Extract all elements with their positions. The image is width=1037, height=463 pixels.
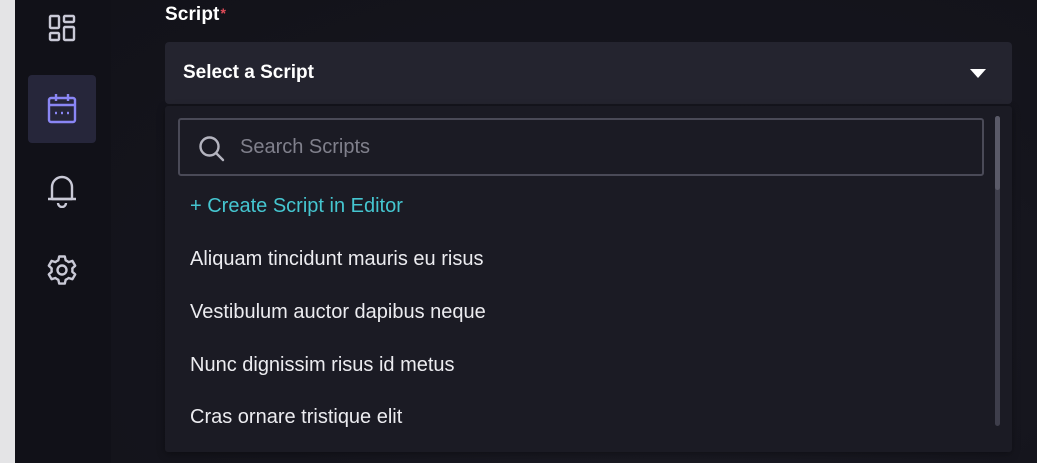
- bell-icon: [46, 172, 78, 208]
- search-scripts-field[interactable]: [178, 118, 984, 176]
- caret-down-icon: [970, 69, 986, 78]
- script-select[interactable]: Select a Script: [165, 42, 1012, 104]
- script-label-text: Script: [165, 4, 220, 25]
- sidebar-item-notifications[interactable]: [28, 156, 96, 224]
- window-edge: [0, 0, 15, 463]
- search-scripts-input[interactable]: [240, 132, 940, 162]
- script-option[interactable]: Vestibulum auctor dapibus neque: [190, 301, 486, 324]
- sidebar-item-dashboard[interactable]: [28, 0, 96, 62]
- script-option[interactable]: Aliquam tincidunt mauris eu risus: [190, 248, 483, 271]
- script-option[interactable]: Cras ornare tristique elit: [190, 406, 402, 429]
- search-icon: [198, 135, 226, 168]
- scrollbar-thumb[interactable]: [995, 116, 1000, 190]
- script-option[interactable]: Nunc dignissim risus id metus: [190, 354, 455, 377]
- sidebar: [15, 0, 111, 463]
- dropdown-scrollbar[interactable]: [992, 116, 1000, 426]
- gear-icon: [46, 254, 78, 286]
- create-script-link[interactable]: + Create Script in Editor: [190, 195, 403, 218]
- app-window: Script* Select a Script + Create Script …: [0, 0, 1037, 463]
- calendar-icon: [47, 93, 77, 125]
- script-select-value: Select a Script: [183, 62, 314, 83]
- script-dropdown-menu: + Create Script in Editor Aliquam tincid…: [165, 106, 1012, 452]
- required-marker: *: [220, 5, 227, 21]
- sidebar-item-calendar[interactable]: [28, 75, 96, 143]
- script-field-label: Script*: [165, 4, 226, 26]
- dashboard-icon: [47, 13, 77, 43]
- sidebar-item-settings[interactable]: [28, 236, 96, 304]
- main-panel: Script* Select a Script + Create Script …: [111, 0, 1037, 463]
